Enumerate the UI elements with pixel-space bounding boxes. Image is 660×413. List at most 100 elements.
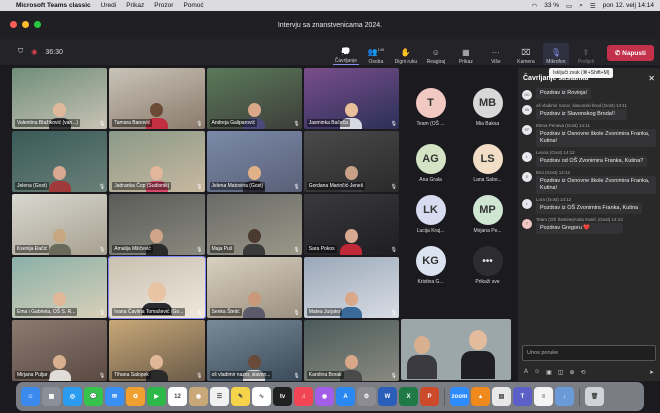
video-tile[interactable]: Ema i Gabriela, OŠ S. R... 🎙 (12, 257, 108, 318)
roster-participant[interactable]: AG Ana Grala (402, 144, 459, 183)
chat-message-input[interactable]: Unos poruke (522, 345, 656, 361)
menu-item-uredi[interactable]: Uredi (101, 2, 117, 9)
downloads-icon[interactable]: ↓ (555, 387, 574, 406)
wifi-icon[interactable]: ◠ (532, 2, 538, 10)
menu-item-pomoc[interactable]: Pomoć (183, 2, 203, 9)
video-tile[interactable]: Jadranka Čop (Sudionik) 🎙 (109, 131, 205, 192)
roster-participant[interactable]: MP Mirjana Pe... (459, 195, 516, 234)
messages-icon[interactable]: 💬 (84, 387, 103, 406)
attach-icon[interactable]: ⊕ (570, 369, 575, 376)
video-tile[interactable]: Maja Puš 🎙 (206, 194, 302, 255)
video-tile[interactable]: Matea Jurjako 🎙 (303, 257, 399, 318)
launchpad-icon[interactable]: ▦ (42, 387, 61, 406)
video-tile[interactable]: Karolina Borak 🎙 (303, 320, 399, 381)
finder-icon[interactable]: ☺ (21, 387, 40, 406)
word-icon[interactable]: W (378, 387, 397, 406)
battery-label[interactable]: 33 % (544, 2, 559, 9)
video-tile-active-speaker[interactable]: Ivana Čavlina Tomašević (Go... 🎙 (108, 256, 206, 319)
show-all-button[interactable]: ••• Prikaži sve (459, 246, 516, 285)
video-tile[interactable]: Amalija Miličević 🎙 (109, 194, 205, 255)
music-icon[interactable]: ♫ (294, 387, 313, 406)
close-window-button[interactable] (10, 21, 17, 28)
minimize-window-button[interactable] (22, 21, 29, 28)
chat-button[interactable]: 💭 Čavrljanje (332, 43, 359, 65)
video-tile[interactable]: Tamara Banović 🎙 (109, 68, 205, 129)
video-tile[interactable]: oš vladimir nazor, slavon... 🎙 (206, 320, 302, 381)
video-tile[interactable]: Ksenija Đačić 🎙 (12, 194, 108, 255)
close-icon[interactable]: ✕ (648, 74, 655, 83)
more-button[interactable]: ··· Više (483, 43, 509, 66)
trash-icon[interactable]: 🗑 (585, 387, 604, 406)
safari-icon[interactable]: ◎ (63, 387, 82, 406)
view-button[interactable]: ▦ Prikaz (453, 43, 479, 66)
roster-participant[interactable]: MB Mia Baksa (459, 88, 516, 127)
mic-icon: 🎙 (196, 121, 203, 127)
avatar: SN (522, 105, 532, 115)
powerpoint-icon[interactable]: P (420, 387, 439, 406)
people-icon: 👥149 (367, 47, 385, 57)
roster-participant[interactable]: T Team (OŠ ... (402, 88, 459, 127)
camera-button[interactable]: ⌧ Kamera (513, 43, 539, 66)
settings-icon[interactable]: ⚙ (357, 387, 376, 406)
raise-hand-icon: ✋ (400, 48, 411, 57)
menubar-app-name[interactable]: Microsoft Teams classic (16, 2, 91, 9)
zoom-window-button[interactable] (34, 21, 41, 28)
avatar: L (522, 199, 532, 209)
video-tile[interactable]: Tihana Salopek 🎙 (109, 320, 205, 381)
send-icon[interactable]: ➤ (649, 369, 654, 376)
document-icon[interactable]: ≡ (534, 387, 553, 406)
mail-icon[interactable]: ✉ (105, 387, 124, 406)
facetime-icon[interactable]: ▶ (147, 387, 166, 406)
battery-icon[interactable]: ▭ (566, 2, 572, 10)
preview-icon[interactable]: ▤ (492, 387, 511, 406)
react-button[interactable]: ☺ Reagiraj (423, 43, 449, 66)
shield-icon[interactable]: ⛉ (18, 48, 23, 56)
photos-icon[interactable]: ✿ (126, 387, 145, 406)
video-tile[interactable]: Senka Štetić 🎙 (206, 257, 302, 318)
share-button[interactable]: ⇪ Podijeli (573, 43, 599, 66)
reminders-icon[interactable]: ☰ (210, 387, 229, 406)
tv-icon[interactable]: tv (273, 387, 292, 406)
video-tile[interactable]: Jelena Matovina (Gost) 🎙 (206, 131, 302, 192)
roster-participant[interactable]: LS Lana Sabo... (459, 144, 516, 183)
sticker-icon[interactable]: ◫ (558, 369, 564, 376)
view-icon: ▦ (462, 48, 470, 57)
freeform-icon[interactable]: ∿ (252, 387, 271, 406)
menubar-datetime[interactable]: pon 12. velj 14:14 (603, 2, 654, 9)
roster-participant[interactable]: KG Kristina G... (402, 246, 459, 285)
teams-icon[interactable]: T (513, 387, 532, 406)
video-tile[interactable]: Jelena (Gost) 🎙 (12, 131, 108, 192)
contacts-icon[interactable]: ◉ (189, 387, 208, 406)
mic-icon: 🎙 (390, 184, 397, 190)
video-tile[interactable]: Sara Pokos 🎙 (303, 194, 399, 255)
self-view-video[interactable] (401, 319, 511, 380)
video-tile[interactable]: Valentina Blažiković (van...) 🎙 (12, 68, 108, 129)
calendar-icon[interactable]: 12 (168, 387, 187, 406)
format-icon[interactable]: A (524, 369, 528, 376)
mic-button[interactable]: 🎙 Mikrofon (542, 43, 569, 65)
podcasts-icon[interactable]: ◉ (315, 387, 334, 406)
vlc-icon[interactable]: ▲ (471, 387, 490, 406)
raise-hand-button[interactable]: ✋ Digni ruku (393, 43, 419, 66)
search-icon[interactable]: ⌕ (579, 2, 583, 10)
people-button[interactable]: 👥149 Osoba (363, 43, 389, 65)
video-tile[interactable]: Jasminka Bačeča 🎙 (303, 68, 399, 129)
video-tile[interactable]: Mirjana Puljar 🎙 (12, 320, 108, 381)
loop-icon[interactable]: ⟲ (581, 369, 586, 376)
roster-participant[interactable]: LK Lucija Kraj... (402, 195, 459, 234)
menu-item-prozor[interactable]: Prozor (154, 2, 173, 9)
window-titlebar: Intervju sa znanstvenicama 2024. (0, 11, 660, 39)
control-center-icon[interactable]: ☰ (590, 2, 596, 10)
emoji-icon[interactable]: ☺ (534, 369, 540, 376)
leave-button[interactable]: ✆ Napusti (606, 45, 654, 61)
video-tile[interactable]: Gordana Marinčić-Jeneš 🎙 (303, 131, 399, 192)
avatar: L (522, 152, 532, 162)
appstore-icon[interactable]: A (336, 387, 355, 406)
zoom-icon[interactable]: zoom (450, 387, 469, 406)
video-tile[interactable]: Andreja Galiparović 🎙 (206, 68, 302, 129)
mic-icon: 🎙 (550, 48, 561, 57)
menu-item-prikaz[interactable]: Prikaz (126, 2, 144, 9)
notes-icon[interactable]: ✎ (231, 387, 250, 406)
excel-icon[interactable]: X (399, 387, 418, 406)
gif-icon[interactable]: ▣ (546, 369, 552, 376)
